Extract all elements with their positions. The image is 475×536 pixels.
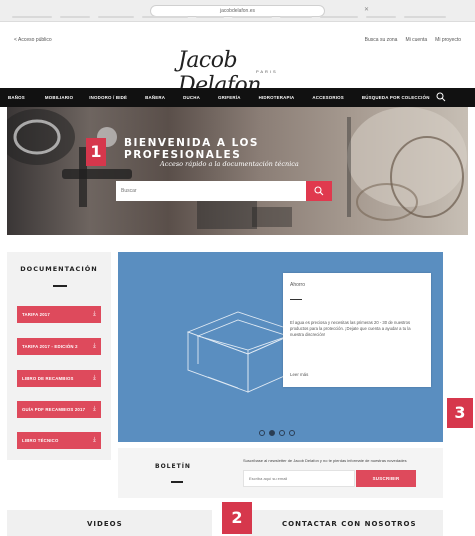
callout-badge-3: 3 (447, 398, 473, 428)
hero-search-input[interactable] (116, 181, 306, 201)
bookmark-item[interactable] (366, 16, 396, 18)
bookmark-item[interactable] (60, 16, 90, 18)
download-icon: ⤓ (93, 437, 96, 443)
search-icon (314, 186, 324, 196)
nav-item-inodoro[interactable]: INODORO / BIDÉ (89, 95, 127, 100)
doc-button-label: TARIFA 2017 (22, 312, 50, 317)
carousel-dot-active[interactable] (269, 430, 275, 436)
hero-subtitle: Acceso rápido a la documentación técnica (160, 160, 299, 168)
nav-item-griferia[interactable]: GRIFERÍA (218, 95, 241, 100)
callout-badge-1: 1 (86, 138, 106, 166)
carousel-pagination (259, 430, 295, 436)
doc-button-guia-recambios[interactable]: GUÍA PDF RECAMBIOS 2017 ⤓ (17, 401, 101, 418)
download-icon: ⤓ (93, 311, 96, 317)
nav-item-banos[interactable]: BAÑOS (8, 95, 25, 100)
hero-banner (7, 107, 468, 235)
main-navigation: BAÑOS MOBILIARIO INODORO / BIDÉ BAÑERA D… (0, 88, 475, 107)
hero-title: BIENVENIDA A LOS PROFESIONALES (124, 137, 259, 161)
find-zone-link[interactable]: Busca su zona (365, 37, 398, 43)
bookmark-item[interactable] (404, 16, 446, 18)
read-more-link[interactable]: Leer más (290, 372, 308, 377)
account-links: Busca su zona Mi cuenta Mi proyecto (365, 37, 461, 43)
carousel-dot[interactable] (279, 430, 285, 436)
nav-item-ducha[interactable]: DUCHA (183, 95, 200, 100)
my-project-link[interactable]: Mi proyecto (435, 37, 461, 43)
logo-subtitle: PARIS (256, 69, 278, 74)
card-text: El agua es preciosa y necesitas las prim… (290, 320, 411, 338)
bookmark-item[interactable] (142, 16, 188, 18)
bookmark-item[interactable] (232, 16, 272, 18)
bookmark-item[interactable] (320, 16, 358, 18)
bookmark-item[interactable] (196, 16, 224, 18)
nav-item-accesorios[interactable]: ACCESORIOS (312, 95, 344, 100)
carousel-dot[interactable] (259, 430, 265, 436)
browser-address-bar: jacobdelafon.es ✕ (0, 0, 475, 22)
nav-item-busqueda-coleccion[interactable]: BÚSQUEDA POR COLECCIÓN (362, 95, 430, 100)
my-account-link[interactable]: Mi cuenta (405, 37, 427, 43)
subscribe-button[interactable]: SUSCRIBIR (356, 470, 416, 487)
download-icon: ⤓ (93, 406, 96, 412)
bookmark-item[interactable] (280, 16, 312, 18)
download-icon: ⤓ (93, 375, 96, 381)
documentation-panel (7, 252, 111, 460)
doc-button-tarifa-2017[interactable]: TARIFA 2017 ⤓ (17, 306, 101, 323)
nav-item-hidroterapia[interactable]: HIDROTERAPIA (259, 95, 295, 100)
bookmark-item[interactable] (98, 16, 134, 18)
callout-badge-2: 2 (222, 502, 252, 534)
divider (290, 299, 302, 300)
doc-button-libro-tecnico[interactable]: LIBRO TÉCNICO ⤓ (17, 432, 101, 449)
brand-logo[interactable]: Jacob Delafon PARIS (178, 48, 298, 98)
download-icon: ⤓ (93, 343, 96, 349)
doc-button-libro-recambios[interactable]: LIBRO DE RECAMBIOS ⤓ (17, 370, 101, 387)
nav-item-mobiliario[interactable]: MOBILIARIO (45, 95, 73, 100)
divider (171, 481, 183, 483)
page: jacobdelafon.es ✕ < Acceso público Busca… (0, 0, 475, 536)
divider (53, 285, 67, 287)
documentation-title: DOCUMENTACIÓN (20, 265, 98, 273)
close-tab-icon[interactable]: ✕ (364, 6, 369, 13)
doc-button-label: LIBRO DE RECAMBIOS (22, 376, 74, 381)
hero-search-button[interactable] (306, 181, 332, 201)
hero-background-image (7, 107, 467, 229)
public-access-link[interactable]: < Acceso público (14, 37, 52, 43)
videos-heading: VIDEOS (87, 520, 123, 528)
newsletter-email-input[interactable] (243, 470, 355, 487)
carousel-dot[interactable] (289, 430, 295, 436)
card-tag: Ahorro (290, 282, 306, 288)
search-icon[interactable] (436, 92, 446, 102)
doc-button-label: TARIFA 2017 - EDICIÓN 2 (22, 344, 78, 349)
videos-section[interactable]: VIDEOS (7, 510, 212, 536)
doc-button-label: LIBRO TÉCNICO (22, 438, 59, 443)
newsletter-text: Suscríbase al newsletter de Jacob Delafo… (243, 458, 407, 463)
doc-button-label: GUÍA PDF RECAMBIOS 2017 (22, 407, 86, 412)
contact-section[interactable]: CONTACTAR CON NOSOTROS (240, 510, 443, 536)
newsletter-title: BOLETÍN (155, 463, 191, 470)
bookmark-item[interactable] (12, 16, 52, 18)
nav-item-banera[interactable]: BAÑERA (145, 95, 165, 100)
doc-button-tarifa-2017-ed2[interactable]: TARIFA 2017 - EDICIÓN 2 ⤓ (17, 338, 101, 355)
contact-heading: CONTACTAR CON NOSOTROS (282, 520, 417, 528)
